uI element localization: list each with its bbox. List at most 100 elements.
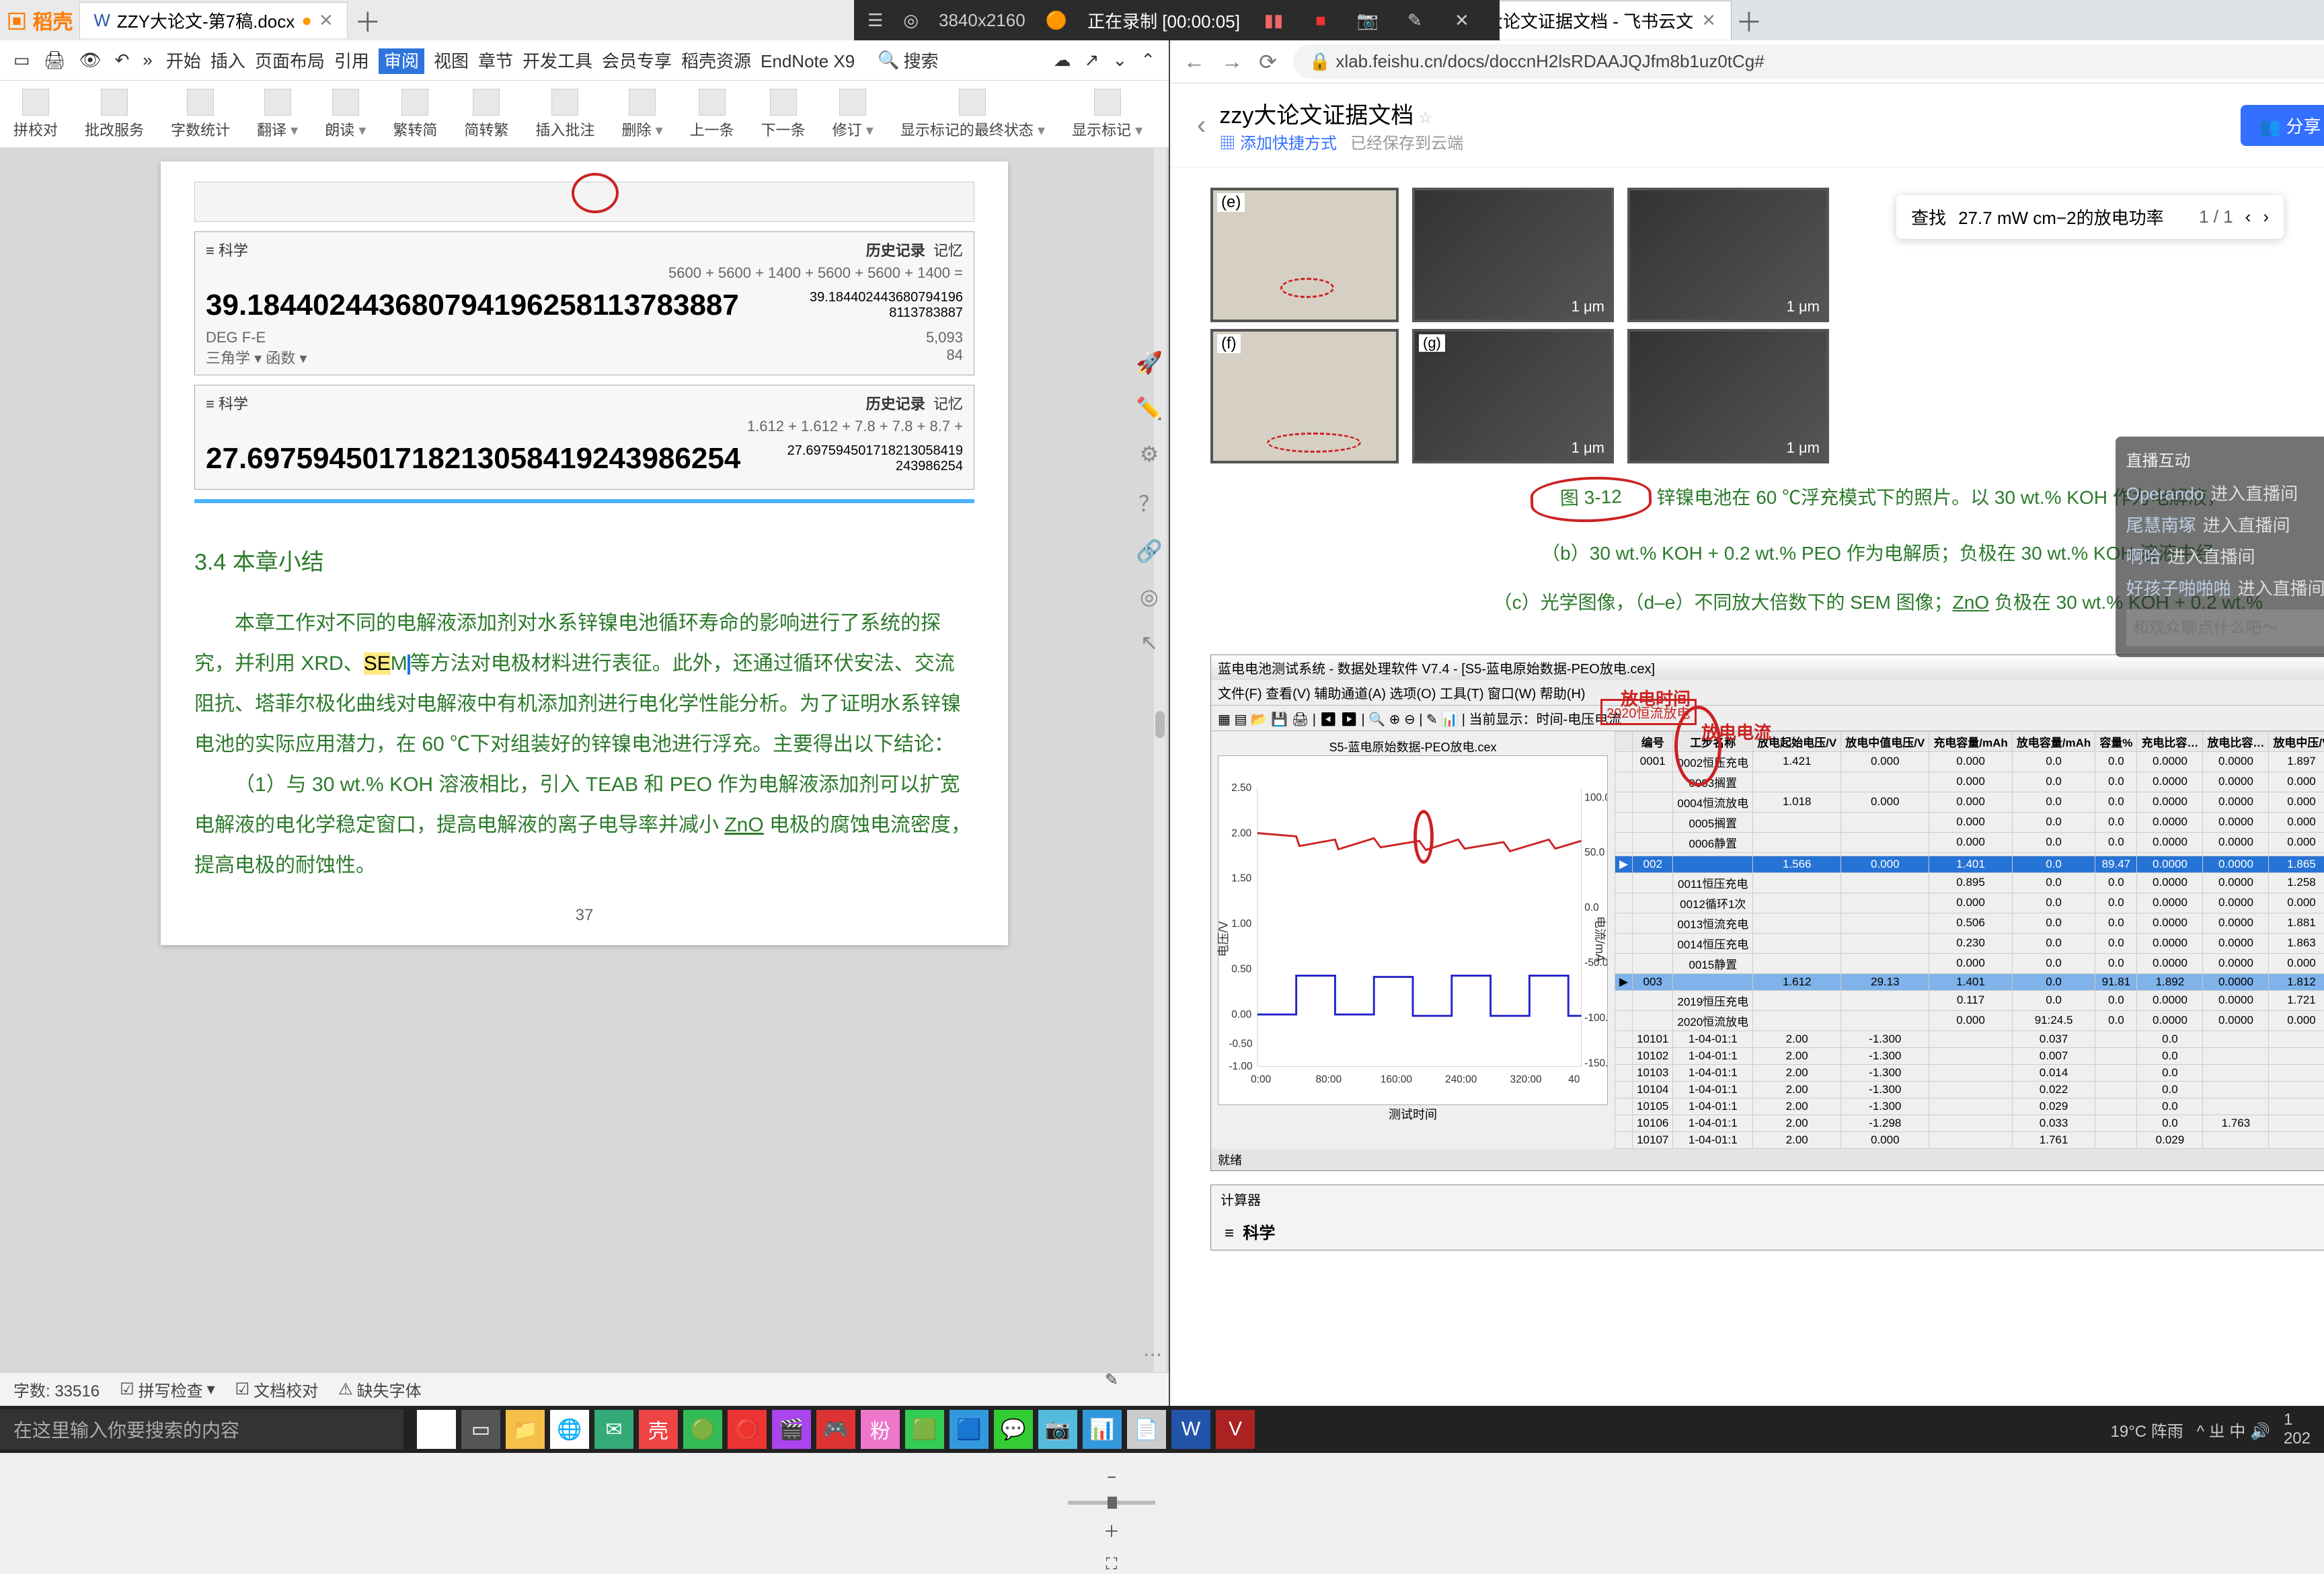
table-row[interactable]: 101011-04-01:12.00-1.3000.0370.02022/03/…: [1615, 1030, 2324, 1047]
app-logo[interactable]: ▣ 稻壳: [7, 5, 73, 35]
share-button[interactable]: 👥 分享: [2241, 105, 2324, 146]
taskbar-app[interactable]: ✉: [594, 1410, 633, 1449]
table-row[interactable]: 0015静置0.0000.00.00.00000.00000.0001.865: [1615, 953, 2324, 973]
pause-icon[interactable]: ▮▮: [1260, 7, 1287, 34]
doc-back-icon[interactable]: ‹: [1197, 110, 1206, 141]
taskbar-app[interactable]: 💬: [994, 1410, 1033, 1449]
scroll-thumb[interactable]: [1155, 711, 1165, 738]
url-field[interactable]: 🔒 xlab.feishu.cn/docs/doccnH2lsRDAAJQJfm…: [1293, 44, 2324, 79]
spellcheck-toggle[interactable]: ☑ 拼写检查 ▾: [120, 1378, 215, 1401]
toolbar-item[interactable]: 显示标记的最终状态: [900, 89, 1045, 140]
stop-icon[interactable]: ■: [1307, 7, 1334, 34]
table-row[interactable]: 101061-04-01:12.00-1.2980.0330.01.763202…: [1615, 1115, 2324, 1131]
taskbar-app[interactable]: V: [1216, 1410, 1255, 1449]
zoom-in[interactable]: ＋: [1103, 1518, 1120, 1542]
ribbon-chevron-icon[interactable]: ⌄: [1112, 50, 1127, 71]
table-row[interactable]: 0003搁置0.0000.00.00.00000.00000.0001.540: [1615, 772, 2324, 792]
taskbar-app[interactable]: 📷: [1038, 1410, 1077, 1449]
taskbar-app[interactable]: 🟦: [950, 1410, 989, 1449]
toolbar-item[interactable]: 简转繁: [464, 89, 508, 140]
find-next-icon[interactable]: ›: [2263, 207, 2269, 227]
taskbar-app[interactable]: 📁: [506, 1410, 545, 1449]
clock[interactable]: 1202: [2284, 1411, 2311, 1448]
table-row[interactable]: ▶0021.5660.0001.4010.089.470.00000.00001…: [1615, 856, 2324, 872]
link-icon[interactable]: 🔗: [1136, 538, 1163, 564]
vertical-scrollbar[interactable]: [1154, 148, 1166, 1372]
table-row[interactable]: 0006静置0.0000.00.00.00000.00000.0005.012: [1615, 832, 2324, 852]
table-row[interactable]: 101021-04-01:12.00-1.3000.0070.02022/03/…: [1615, 1047, 2324, 1064]
toolbar-item[interactable]: 显示标记: [1072, 89, 1142, 140]
taskbar-app[interactable]: ⭕: [728, 1410, 767, 1449]
tab-close-icon[interactable]: ✕: [319, 10, 334, 31]
ribbon-preview-icon[interactable]: 👁: [79, 50, 102, 71]
table-row[interactable]: 101071-04-01:12.000.0001.7610.0292022/03…: [1615, 1131, 2324, 1148]
ribbon-undo-icon[interactable]: ↶: [115, 50, 130, 71]
table-row[interactable]: 101031-04-01:12.00-1.3000.0140.02022/03/…: [1615, 1064, 2324, 1081]
table-row[interactable]: 0014恒压充电0.2300.00.00.00000.00001.8632.16…: [1615, 933, 2324, 953]
fullscreen-icon[interactable]: ⛶: [1106, 1555, 1118, 1574]
ribbon-print-icon[interactable]: 🖨: [44, 50, 66, 71]
ribbon-item[interactable]: 插入: [210, 51, 245, 71]
pen-tool-icon[interactable]: ✏️: [1136, 396, 1163, 421]
taskbar-search[interactable]: 在这里输入你要搜索的内容: [0, 1409, 403, 1450]
toolbar-item[interactable]: 修订: [832, 89, 874, 140]
toolbar-item[interactable]: 繁转简: [393, 89, 437, 140]
add-shortcut-link[interactable]: ▦ 添加快捷方式: [1219, 135, 1337, 153]
taskbar-app[interactable]: 壳: [639, 1410, 678, 1449]
hamburger-icon[interactable]: ☰: [867, 10, 883, 31]
doc-tab[interactable]: W ZZY大论文-第7稿.docx ● ✕: [79, 2, 347, 38]
taskbar-app[interactable]: 🟩: [905, 1410, 944, 1449]
table-row[interactable]: 0011恒压充电0.8950.00.00.00000.00001.2581.64…: [1615, 872, 2324, 893]
ribbon-item[interactable]: 会员专享: [602, 51, 672, 71]
help-icon[interactable]: ？: [1138, 487, 1160, 518]
target-icon[interactable]: ◎: [903, 10, 919, 31]
ribbon-item[interactable]: EndNote X9: [761, 51, 855, 71]
more-options-icon[interactable]: ⋯: [1143, 1343, 1162, 1365]
taskbar-app[interactable]: 📄: [1127, 1410, 1166, 1449]
taskbar-app[interactable]: W: [1171, 1410, 1210, 1449]
ribbon-back-icon[interactable]: ▭: [13, 50, 30, 71]
taskbar-app[interactable]: 🎮: [816, 1410, 855, 1449]
table-row[interactable]: 2019恒压充电0.1170.00.00.00000.00001.721: [1615, 990, 2324, 1010]
table-row[interactable]: 101041-04-01:12.00-1.3000.0220.02022/03/…: [1615, 1081, 2324, 1098]
ribbon-item[interactable]: 开发工具: [522, 51, 592, 71]
nav-back-icon[interactable]: ←: [1184, 49, 1205, 74]
table-row[interactable]: 0004恒流放电1.0180.0000.0000.00.00.00000.000…: [1615, 792, 2324, 812]
toolbar-item[interactable]: 翻译: [257, 89, 298, 140]
table-row[interactable]: ▶0031.61229.131.4010.091.811.8920.00001.…: [1615, 973, 2324, 990]
toolbar-item[interactable]: 批改服务: [85, 89, 144, 140]
table-row[interactable]: 2020恒流放电0.00091:24.50.00.00000.00000.000…: [1615, 1010, 2324, 1030]
datasw-menu[interactable]: 文件(F) 查看(V) 辅助通道(A) 选项(O) 工具(T) 窗口(W) 帮助…: [1211, 680, 2324, 706]
camera-icon[interactable]: 📷: [1354, 7, 1381, 34]
system-tray[interactable]: 19°C 阵雨 ^ ㄓ 中 🔊 1202: [2097, 1411, 2324, 1448]
ribbon-item[interactable]: 视图: [434, 51, 469, 71]
new-tab-button[interactable]: ＋: [354, 1, 381, 40]
rocket-icon[interactable]: 🚀: [1136, 350, 1163, 375]
zoom-out[interactable]: −: [1107, 1468, 1116, 1487]
missing-font[interactable]: ⚠ 缺失字体: [338, 1378, 422, 1401]
ribbon-cloud-icon[interactable]: ☁: [1054, 50, 1071, 71]
table-row[interactable]: 0005搁置0.0000.00.00.00000.00000.0003.016: [1615, 812, 2324, 832]
pen-icon[interactable]: ✎: [1401, 7, 1428, 34]
toolbar-item[interactable]: 删除: [621, 89, 662, 140]
globe-icon[interactable]: ◎: [1140, 584, 1159, 609]
ribbon-item[interactable]: 页面布局: [255, 51, 325, 71]
docfix-toggle[interactable]: ☑ 文档校对: [235, 1378, 319, 1401]
ribbon-item[interactable]: 审阅: [379, 48, 424, 74]
toolbar-item[interactable]: 下一条: [761, 89, 806, 140]
zoom-slider[interactable]: [1068, 1501, 1155, 1505]
table-row[interactable]: 00010002恒压充电1.4210.0000.0000.00.00.00000…: [1615, 751, 2324, 772]
tab-close-icon[interactable]: ✕: [1701, 10, 1716, 31]
table-row[interactable]: 0013恒流充电0.5060.00.00.00000.00001.8811.20…: [1615, 913, 2324, 933]
ribbon-more-icon[interactable]: »: [143, 50, 152, 71]
ribbon-item[interactable]: 引用: [334, 51, 369, 71]
ribbon-up-icon[interactable]: ⌃: [1140, 50, 1155, 71]
toolbar-item[interactable]: 朗读: [325, 89, 366, 140]
taskbar-app[interactable]: 🟢: [683, 1410, 722, 1449]
ribbon-item[interactable]: 开始: [166, 51, 201, 71]
ribbon-share-icon[interactable]: ↗: [1085, 50, 1099, 71]
taskbar-app[interactable]: ▭: [461, 1410, 500, 1449]
nav-reload-icon[interactable]: ⟳: [1259, 49, 1277, 75]
ribbon-item[interactable]: 稻壳资源: [681, 51, 751, 71]
nav-forward-icon[interactable]: →: [1221, 49, 1243, 74]
